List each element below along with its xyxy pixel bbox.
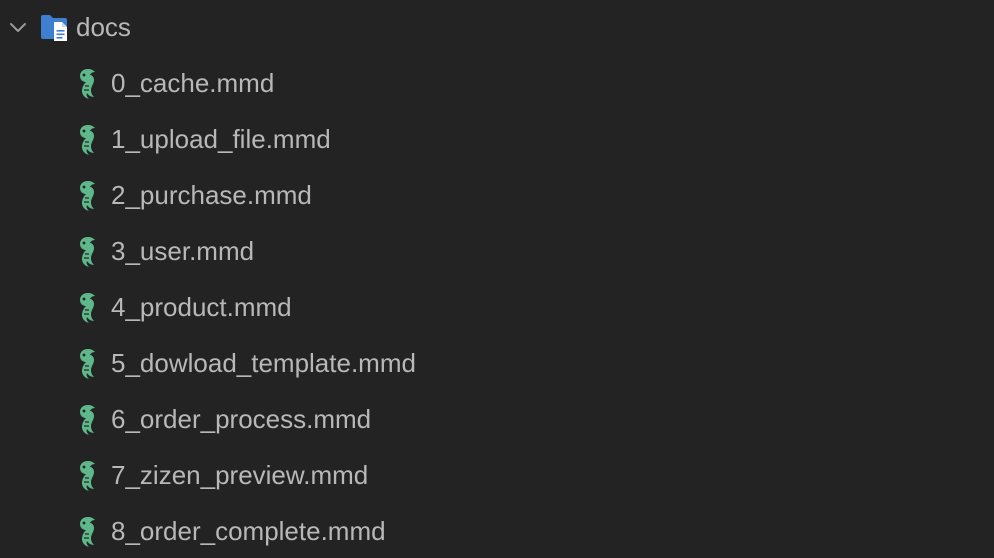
mermaid-icon — [80, 125, 95, 155]
mermaid-icon — [80, 293, 95, 323]
folder-row-docs[interactable]: docs — [0, 0, 994, 56]
mermaid-icon — [80, 349, 95, 379]
file-list: 0_cache.mmd 1_upload_file.mmd 2_purchase… — [0, 56, 994, 558]
file-row-1[interactable]: 1_upload_file.mmd — [0, 112, 994, 168]
mermaid-icon — [80, 461, 95, 491]
file-name: 6_order_process.mmd — [111, 404, 372, 434]
mermaid-icon — [80, 237, 95, 267]
file-row-0[interactable]: 0_cache.mmd — [0, 56, 994, 112]
mermaid-icon — [80, 69, 95, 99]
file-name: 0_cache.mmd — [111, 68, 275, 98]
mermaid-icon — [80, 181, 95, 211]
file-explorer-tree: docs 0_cache.mmd 1_upload_file.mmd 2_pur… — [0, 0, 994, 558]
file-row-5[interactable]: 5_dowload_template.mmd — [0, 336, 994, 392]
file-name: 5_dowload_template.mmd — [111, 348, 416, 378]
file-name: 8_order_complete.mmd — [111, 516, 386, 546]
chevron-down-icon[interactable] — [8, 18, 28, 38]
folder-docs-icon — [41, 15, 67, 41]
file-row-2[interactable]: 2_purchase.mmd — [0, 168, 994, 224]
file-row-7[interactable]: 7_zizen_preview.mmd — [0, 448, 994, 504]
file-name: 4_product.mmd — [111, 292, 292, 322]
file-name: 2_purchase.mmd — [111, 180, 312, 210]
file-row-4[interactable]: 4_product.mmd — [0, 280, 994, 336]
folder-label: docs — [76, 12, 131, 42]
mermaid-icon — [80, 405, 95, 435]
mermaid-icon — [80, 517, 95, 547]
file-name: 1_upload_file.mmd — [111, 124, 331, 154]
file-name: 7_zizen_preview.mmd — [111, 460, 369, 490]
file-row-6[interactable]: 6_order_process.mmd — [0, 392, 994, 448]
file-row-8[interactable]: 8_order_complete.mmd — [0, 504, 994, 558]
file-row-3[interactable]: 3_user.mmd — [0, 224, 994, 280]
file-name: 3_user.mmd — [111, 236, 255, 266]
